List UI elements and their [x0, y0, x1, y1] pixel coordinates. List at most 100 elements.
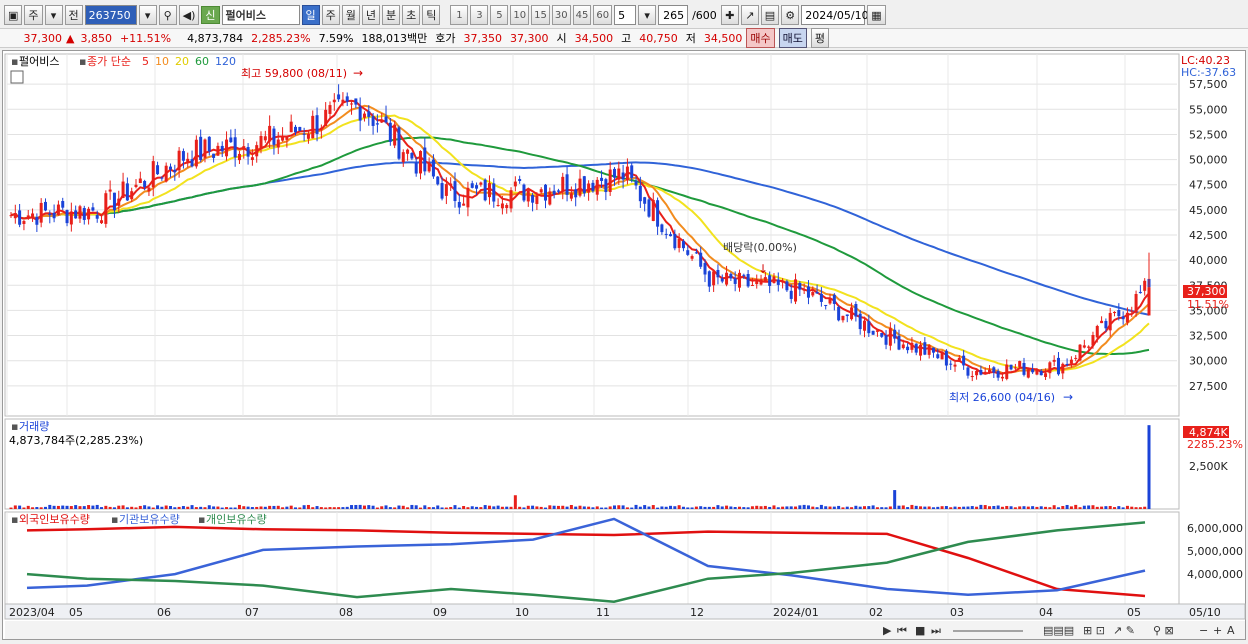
period-tick-button[interactable]: 틱	[422, 5, 441, 25]
layout-icon[interactable]: ▤▤▤	[1043, 624, 1074, 637]
volume-bar	[242, 506, 246, 509]
zoom-in-icon[interactable]: +	[1213, 624, 1222, 637]
last-change-label: 11.51%	[1187, 298, 1229, 311]
volume-bar	[531, 505, 535, 509]
candle-body	[1087, 346, 1091, 348]
volume-bar	[48, 504, 52, 509]
speaker-icon[interactable]: ◀)	[178, 5, 200, 25]
table-toggle-icon[interactable]	[10, 70, 24, 84]
candle-body	[457, 201, 461, 208]
dropdown-arrow-icon[interactable]: ▾	[44, 5, 63, 25]
holdings-marker-icon: ▪	[11, 513, 18, 526]
fast-forward-icon[interactable]: ⏭	[931, 624, 941, 637]
price-tick-label: 47,500	[1189, 179, 1228, 192]
date-input[interactable]: 2024/05/10	[801, 5, 869, 25]
code-dropdown-icon[interactable]: ▾	[138, 5, 157, 25]
evaluate-button[interactable]: 평	[810, 28, 829, 48]
volume-bar	[1026, 506, 1030, 509]
stock-name-field[interactable]: 펄어비스	[221, 5, 300, 25]
window-menu-icon[interactable]: ▣	[4, 5, 23, 25]
tools-icon[interactable]: ⊞ ⊡	[1083, 624, 1105, 637]
stop-icon[interactable]: ■	[915, 624, 925, 637]
volume-bar	[957, 506, 961, 509]
interval-input[interactable]: 5	[614, 5, 637, 25]
candle-body	[733, 278, 737, 284]
volume-bar	[595, 506, 599, 509]
volume-bar	[475, 506, 479, 509]
period-week-button[interactable]: 주	[321, 5, 340, 25]
volume-bar	[867, 506, 871, 509]
scroll-next-icon[interactable]: ▶	[883, 624, 892, 637]
stock-code-input[interactable]: 263750	[84, 5, 137, 25]
candle-body	[569, 193, 573, 199]
candle-body	[52, 212, 56, 219]
calendar-icon[interactable]: ▦	[867, 5, 886, 25]
candle-body	[242, 146, 246, 150]
candle-body	[453, 181, 457, 202]
volume-tick-label: 2,500K	[1189, 460, 1228, 473]
volume-bar	[496, 505, 500, 509]
interval-30-button[interactable]: 30	[551, 5, 571, 25]
chart-svg[interactable]: 57,500 55,000 52,500 50,000 47,500 45,000 42,5…	[3, 51, 1247, 641]
last-price-label: 37,300	[1187, 285, 1226, 298]
drawing-icon[interactable]: ↗ ✎	[1113, 624, 1135, 637]
magnify-icon[interactable]: ⚲ ⊠	[1153, 624, 1174, 637]
volume-bar	[186, 506, 190, 509]
last-candle-body	[1147, 287, 1151, 316]
sell-button[interactable]: 매도	[778, 28, 807, 48]
volume-bar	[850, 507, 854, 509]
crosshair-icon[interactable]: ✚	[720, 5, 739, 25]
volume-bar	[733, 507, 737, 509]
volume-bar	[130, 506, 134, 509]
font-size-icon[interactable]: A	[1227, 624, 1235, 637]
zoom-out-icon[interactable]: −	[1199, 624, 1208, 637]
period-day-button[interactable]: 일	[301, 5, 320, 25]
save-icon[interactable]: ▤	[760, 5, 780, 25]
candle-body	[289, 121, 293, 133]
chart-area[interactable]: 57,500 55,000 52,500 50,000 47,500 45,000 42,5…	[2, 50, 1246, 640]
interval-60-button[interactable]: 60	[593, 5, 613, 25]
volume-bar	[548, 505, 552, 509]
volume-bar	[522, 507, 526, 509]
period-minute-button[interactable]: 분	[382, 5, 401, 25]
candle-body	[690, 256, 694, 259]
period-second-button[interactable]: 초	[402, 5, 421, 25]
candle-body	[794, 279, 798, 302]
search-icon[interactable]: ⚲	[158, 5, 177, 25]
count-input[interactable]: 265	[658, 5, 689, 25]
interval-1-button[interactable]: 1	[450, 5, 469, 25]
interval-45-button[interactable]: 45	[572, 5, 592, 25]
volume-bar	[52, 505, 56, 509]
volume-bar	[1022, 506, 1026, 509]
period-year-button[interactable]: 년	[361, 5, 381, 25]
interval-dropdown-icon[interactable]: ▾	[638, 5, 657, 25]
volume-bar	[410, 504, 414, 509]
interval-5-button[interactable]: 5	[490, 5, 509, 25]
volume-bar	[806, 505, 810, 509]
candle-body	[828, 298, 832, 304]
buy-button[interactable]: 매수	[746, 28, 775, 48]
x-tick-label: 05/10	[1189, 606, 1221, 619]
prev-button[interactable]: 전	[64, 5, 83, 25]
period-month-button[interactable]: 월	[341, 5, 360, 25]
volume-bar	[707, 506, 711, 509]
volume-bar	[259, 506, 263, 509]
volume-bar	[824, 506, 828, 509]
candle-body	[492, 183, 496, 202]
settings-gear-icon[interactable]: ⚙	[781, 5, 800, 25]
scroll-prev-icon[interactable]: ⏮	[897, 624, 907, 637]
candle-body	[1113, 311, 1117, 314]
volume-bar	[134, 507, 138, 509]
market-select-button[interactable]: 주	[24, 5, 43, 25]
volume-bar	[897, 505, 901, 509]
interval-10-button[interactable]: 10	[510, 5, 530, 25]
candle-body	[130, 191, 134, 200]
draw-tool-icon[interactable]: ↗	[740, 5, 759, 25]
candle-body	[134, 184, 138, 187]
candle-body	[397, 127, 401, 159]
volume-bar	[656, 507, 660, 509]
interval-15-button[interactable]: 15	[531, 5, 550, 25]
legend-marker-icon: ▪	[11, 55, 18, 68]
volume-bar	[302, 505, 306, 509]
interval-3-button[interactable]: 3	[470, 5, 489, 25]
